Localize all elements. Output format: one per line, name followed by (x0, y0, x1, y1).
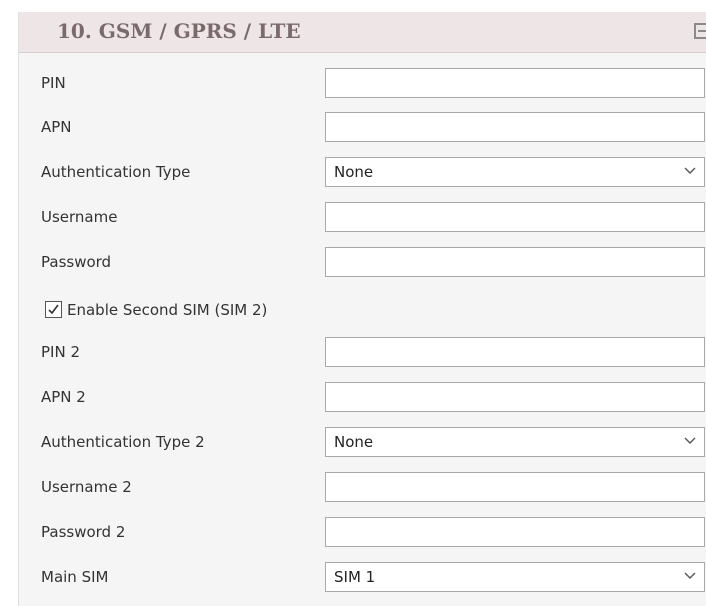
username2-row: Username 2 (19, 470, 706, 504)
pin-input[interactable] (325, 68, 705, 98)
pin2-label: PIN 2 (41, 343, 81, 361)
password-input[interactable] (325, 247, 705, 277)
second-sim-checkbox[interactable] (45, 301, 62, 318)
password2-label: Password 2 (41, 523, 126, 541)
main-sim-label: Main SIM (41, 568, 109, 586)
apn2-row: APN 2 (19, 380, 706, 414)
pin-row: PIN (19, 66, 706, 100)
username2-input[interactable] (325, 472, 705, 502)
username-label: Username (41, 208, 118, 226)
chevron-down-icon (684, 167, 696, 174)
apn-row: APN (19, 110, 706, 144)
checkmark-icon (48, 304, 59, 315)
username-input[interactable] (325, 202, 705, 232)
main-sim-select[interactable]: SIM 1 (325, 562, 705, 592)
chevron-down-icon (684, 437, 696, 444)
second-sim-label[interactable]: Enable Second SIM (SIM 2) (67, 301, 267, 319)
main-sim-value: SIM 1 (334, 568, 376, 586)
chevron-down-icon (684, 572, 696, 579)
panel-header: 10. GSM / GPRS / LTE (19, 12, 706, 53)
collapse-icon[interactable] (694, 23, 706, 39)
second-sim-row: Enable Second SIM (SIM 2) (19, 293, 706, 327)
section-title: 10. GSM / GPRS / LTE (57, 19, 301, 43)
username-row: Username (19, 200, 706, 234)
pin2-row: PIN 2 (19, 335, 706, 369)
auth-type-select[interactable]: None (325, 157, 705, 187)
auth-type2-value: None (334, 433, 374, 451)
main-sim-row: Main SIM SIM 1 (19, 560, 706, 594)
auth-type-value: None (334, 163, 374, 181)
auth-type-row: Authentication Type None (19, 155, 706, 189)
pin2-input[interactable] (325, 337, 705, 367)
auth-type2-label: Authentication Type 2 (41, 433, 205, 451)
password2-input[interactable] (325, 517, 705, 547)
apn2-label: APN 2 (41, 388, 86, 406)
auth-type-label: Authentication Type (41, 163, 191, 181)
password-row: Password (19, 245, 706, 279)
apn-input[interactable] (325, 112, 705, 142)
password-label: Password (41, 253, 112, 271)
apn2-input[interactable] (325, 382, 705, 412)
password2-row: Password 2 (19, 515, 706, 549)
auth-type2-row: Authentication Type 2 None (19, 425, 706, 459)
auth-type2-select[interactable]: None (325, 427, 705, 457)
username2-label: Username 2 (41, 478, 132, 496)
gsm-settings-panel: 10. GSM / GPRS / LTE PIN APN Authenticat… (18, 12, 706, 606)
apn-label: APN (41, 118, 72, 136)
pin-label: PIN (41, 74, 66, 92)
